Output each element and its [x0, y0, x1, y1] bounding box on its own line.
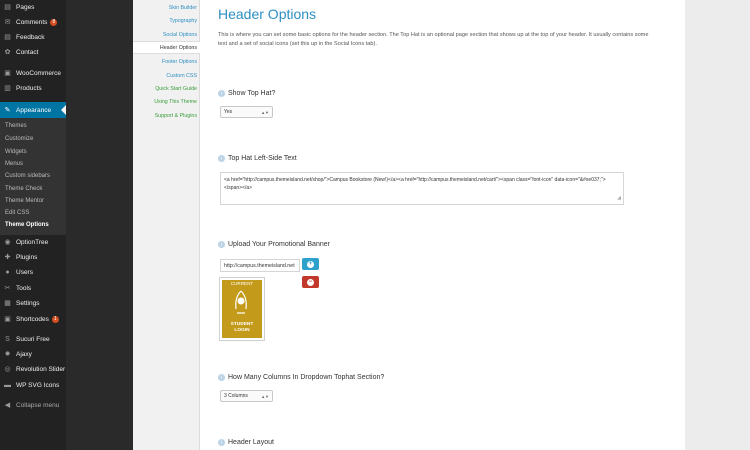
- shortcodes-icon: ▣: [4, 316, 11, 323]
- options-content: Header Options This is where you can set…: [200, 0, 685, 450]
- select-arrows-icon: ▲▼: [261, 109, 269, 115]
- menu-item-tools[interactable]: ✂ Tools: [0, 281, 66, 296]
- contact-icon: ✿: [4, 49, 11, 56]
- users-icon: ●: [5, 269, 10, 276]
- menu-item-revolution-slider[interactable]: ◎ Revolution Slider: [0, 362, 66, 377]
- banner-login-label: LOGIN: [234, 328, 250, 333]
- menu-item-sucuri[interactable]: S Sucuri Free: [0, 332, 66, 347]
- menu-item-contact[interactable]: ✿ Contact: [0, 45, 66, 60]
- revolution-slider-icon: ◎: [4, 366, 11, 373]
- menu-item-settings[interactable]: ▦ Settings: [0, 296, 66, 311]
- tab-footer-options[interactable]: Footer Options: [133, 55, 200, 68]
- menu-item-products[interactable]: ▥ Products: [0, 81, 66, 96]
- plugins-icon: ✚: [4, 254, 11, 261]
- woocommerce-icon: ▣: [4, 70, 11, 77]
- submenu-edit-css[interactable]: Edit CSS: [5, 210, 29, 216]
- admin-sidebar: ▤ Pages ✉ Comments 8 ▤ Feedback ✿ Contac…: [0, 0, 66, 450]
- collapse-icon: ◀: [4, 402, 11, 409]
- menu-item-plugins[interactable]: ✚ Plugins: [0, 250, 66, 265]
- submenu-theme-options[interactable]: Theme Options: [5, 222, 49, 228]
- tab-social-options[interactable]: Social Options: [133, 28, 200, 41]
- info-icon[interactable]: i: [218, 241, 225, 248]
- feedback-icon: ▤: [4, 34, 11, 41]
- select-arrows-icon: ▲▼: [261, 393, 269, 399]
- info-icon[interactable]: i: [218, 155, 225, 162]
- comments-icon: ✉: [4, 19, 11, 26]
- ajaxy-icon: ✹: [4, 351, 11, 358]
- menu-item-appearance[interactable]: ✎ Appearance: [0, 102, 66, 118]
- tab-quick-start-guide[interactable]: Quick Start Guide: [133, 82, 200, 95]
- field-label-top-hat-left-text: i Top Hat Left-Side Text: [218, 155, 297, 162]
- dropdown-columns-select[interactable]: 3 Columns ▲▼: [220, 390, 273, 402]
- menu-item-wp-svg-icons[interactable]: ▬ WP SVG Icons: [0, 378, 66, 393]
- menu-item-comments[interactable]: ✉ Comments 8: [0, 15, 66, 30]
- banner-current-label: CURRENT: [230, 281, 254, 286]
- tab-skin-builder[interactable]: Skin Builder: [133, 1, 200, 14]
- field-label-promo-banner: i Upload Your Promotional Banner: [218, 241, 330, 248]
- field-label-show-top-hat: i Show Top Hat?: [218, 90, 275, 97]
- menu-item-ajaxy[interactable]: ✹ Ajaxy: [0, 347, 66, 362]
- sucuri-icon: S: [5, 336, 10, 343]
- appearance-submenu: Themes Customize Widgets Menus Custom si…: [0, 118, 66, 235]
- field-label-dropdown-columns: i How Many Columns In Dropdown Tophat Se…: [218, 374, 384, 381]
- wp-svg-icons-icon: ▬: [4, 382, 11, 389]
- remove-button[interactable]: −: [302, 276, 319, 288]
- options-tabs: Skin Builder Typography Social Options H…: [133, 0, 200, 450]
- page-title: Header Options: [218, 6, 317, 22]
- tab-header-options[interactable]: Header Options: [133, 41, 200, 54]
- tab-typography[interactable]: Typography: [133, 14, 200, 27]
- submenu-menus[interactable]: Menus: [5, 161, 23, 167]
- resize-handle-icon[interactable]: ◢: [617, 194, 621, 202]
- submenu-custom-sidebars[interactable]: Custom sidebars: [5, 173, 50, 179]
- menu-item-feedback[interactable]: ▤ Feedback: [0, 30, 66, 45]
- info-icon[interactable]: i: [218, 374, 225, 381]
- section-description: This is where you can set some basic opt…: [218, 32, 649, 47]
- appearance-icon: ✎: [4, 106, 11, 114]
- comments-count-badge: 8: [50, 19, 58, 26]
- dark-background-strip: [66, 0, 133, 450]
- submenu-theme-mentor[interactable]: Theme Mentor: [5, 198, 44, 204]
- shortcodes-count-badge: 1: [51, 316, 59, 323]
- page-background-right: [685, 0, 750, 450]
- products-icon: ▥: [4, 85, 11, 92]
- promo-banner-url-input[interactable]: http://campus.themeisland.net: [220, 259, 300, 272]
- field-label-header-layout: i Header Layout: [218, 439, 274, 446]
- banner-image: CURRENT STUDENT LOGIN: [222, 280, 262, 338]
- laurel-crest-icon: [235, 290, 247, 314]
- submenu-customize[interactable]: Customize: [5, 136, 33, 142]
- menu-item-shortcodes[interactable]: ▣ Shortcodes 1: [0, 312, 66, 327]
- menu-item-optiontree[interactable]: ◉ OptionTree: [0, 235, 66, 250]
- upload-button[interactable]: +: [302, 258, 319, 270]
- info-icon[interactable]: i: [218, 90, 225, 97]
- info-icon[interactable]: i: [218, 439, 225, 446]
- menu-item-pages[interactable]: ▤ Pages: [0, 0, 66, 15]
- pages-icon: ▤: [4, 4, 11, 11]
- tab-custom-css[interactable]: Custom CSS: [133, 69, 200, 82]
- optiontree-icon: ◉: [4, 239, 11, 246]
- submenu-widgets[interactable]: Widgets: [5, 149, 27, 155]
- minus-icon: −: [307, 278, 314, 286]
- top-hat-left-text-textarea[interactable]: <a href="http://campus.themeisland.net/s…: [220, 172, 624, 205]
- submenu-theme-check[interactable]: Theme Check: [5, 186, 42, 192]
- menu-item-woocommerce[interactable]: ▣ WooCommerce: [0, 66, 66, 81]
- collapse-menu[interactable]: ◀ Collapse menu: [0, 398, 66, 413]
- submenu-themes[interactable]: Themes: [5, 123, 27, 129]
- banner-student-label: STUDENT: [230, 322, 254, 327]
- show-top-hat-select[interactable]: Yes ▲▼: [220, 106, 273, 118]
- banner-preview: CURRENT STUDENT LOGIN: [219, 277, 265, 341]
- settings-icon: ▦: [4, 300, 11, 307]
- menu-item-users[interactable]: ● Users: [0, 265, 66, 280]
- tools-icon: ✂: [4, 285, 11, 292]
- tab-support-plugins[interactable]: Support & Plugins: [133, 109, 200, 122]
- tab-using-this-theme[interactable]: Using This Theme: [133, 95, 200, 108]
- plus-icon: +: [307, 260, 314, 268]
